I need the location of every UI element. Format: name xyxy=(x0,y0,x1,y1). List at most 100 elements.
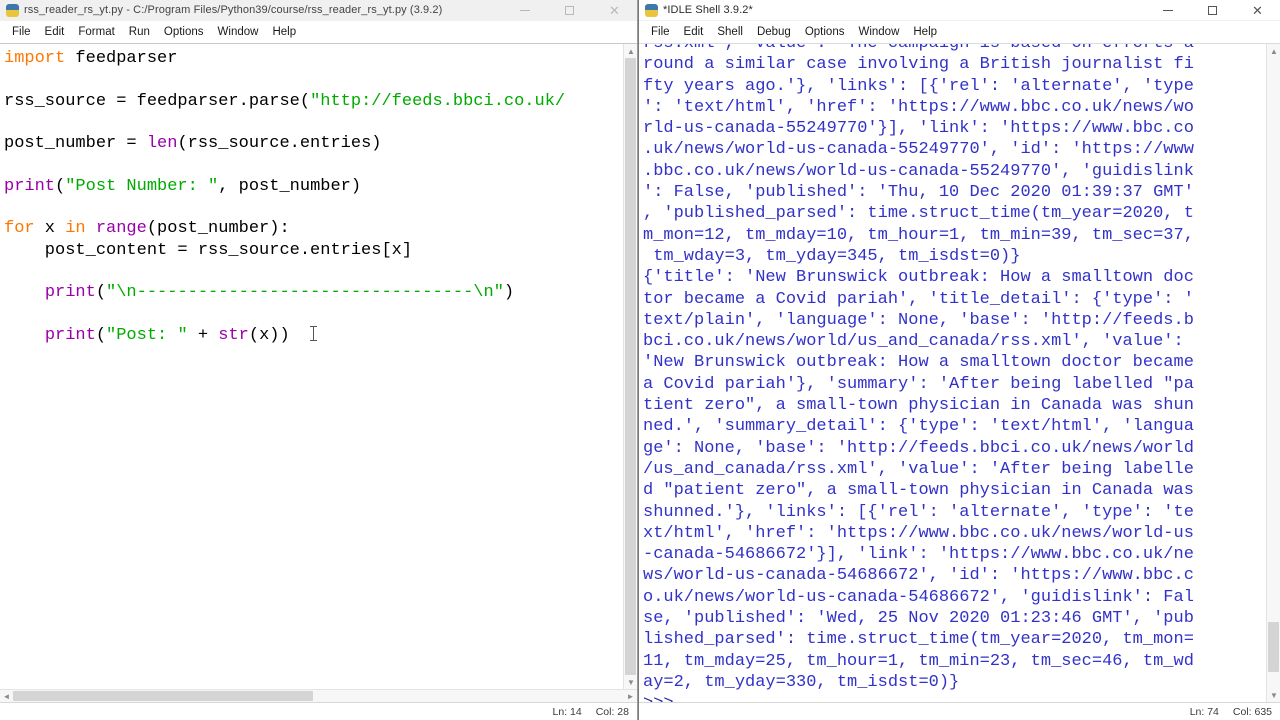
shell-output-line: a Covid pariah'}, 'summary': 'After bein… xyxy=(643,374,1194,394)
code-token: len xyxy=(146,134,178,154)
shell-vertical-scrollbar[interactable]: ▲ ▼ xyxy=(1266,44,1280,702)
editor-menubar[interactable]: File Edit Format Run Options Window Help xyxy=(0,21,637,44)
shell-output-line: text/plain', 'language': None, 'base': '… xyxy=(643,310,1194,330)
scroll-down-icon[interactable]: ▼ xyxy=(624,675,637,689)
menu-window[interactable]: Window xyxy=(851,21,906,43)
maximize-icon[interactable] xyxy=(547,0,592,20)
shell-output-text[interactable]: rss.xml', 'value': 'The campaign is base… xyxy=(639,44,1266,702)
shell-output-line: ': False, 'published': 'Thu, 10 Dec 2020… xyxy=(643,183,1194,203)
scroll-up-icon[interactable]: ▲ xyxy=(624,44,637,58)
menu-options[interactable]: Options xyxy=(798,21,852,43)
shell-output-line: ge': None, 'base': 'http://feeds.bbci.co… xyxy=(643,438,1194,458)
code-line[interactable] xyxy=(4,154,623,175)
scroll-down-icon[interactable]: ▼ xyxy=(1267,688,1280,702)
shell-output-line: rss.xml', 'value': 'The campaign is base… xyxy=(643,44,1266,54)
code-line[interactable] xyxy=(4,261,623,282)
shell-output-line: ws/world-us-canada-54686672', 'id': 'htt… xyxy=(643,566,1194,586)
menu-help[interactable]: Help xyxy=(906,21,944,43)
shell-window[interactable]: *IDLE Shell 3.9.2* ✕ File Edit Shell Deb… xyxy=(638,0,1280,720)
code-line[interactable]: import feedparser xyxy=(4,48,623,69)
menu-run[interactable]: Run xyxy=(122,21,157,43)
shell-output-line: se, 'published': 'Wed, 25 Nov 2020 01:23… xyxy=(643,609,1194,629)
code-token: "http://feeds.bbci.co.uk/ xyxy=(310,91,566,111)
menu-options[interactable]: Options xyxy=(157,21,211,43)
code-token: range xyxy=(95,219,147,239)
editor-window-controls[interactable]: ✕ xyxy=(502,0,637,20)
code-token: ) xyxy=(503,283,515,303)
code-line[interactable] xyxy=(4,69,623,90)
code-line[interactable]: rss_source = feedparser.parse("http://fe… xyxy=(4,91,623,112)
menu-shell[interactable]: Shell xyxy=(710,21,750,43)
code-token: (post_number): xyxy=(146,219,290,239)
shell-pane[interactable]: rss.xml', 'value': 'The campaign is base… xyxy=(639,44,1280,702)
maximize-icon[interactable] xyxy=(1190,0,1235,20)
minimize-icon[interactable] xyxy=(502,0,547,20)
menu-window[interactable]: Window xyxy=(211,21,266,43)
code-token: in xyxy=(65,219,86,239)
code-token: "Post Number: " xyxy=(65,176,219,196)
code-editor-text[interactable]: import feedparser rss_source = feedparse… xyxy=(0,44,623,689)
scroll-left-icon[interactable]: ◄ xyxy=(0,690,13,702)
shell-col-indicator: Col: 635 xyxy=(1232,705,1272,718)
code-token: post_number = xyxy=(4,134,147,154)
menu-edit[interactable]: Edit xyxy=(677,21,711,43)
code-token: rss_source = feedparser.parse( xyxy=(4,91,311,111)
shell-output-line: bci.co.uk/news/world/us_and_canada/rss.x… xyxy=(643,332,1184,352)
scrollbar-thumb[interactable] xyxy=(13,691,313,701)
menu-file[interactable]: File xyxy=(5,21,38,43)
code-token: print xyxy=(44,325,96,345)
editor-statusbar: Ln: 14 Col: 28 xyxy=(0,702,637,720)
shell-window-controls[interactable]: ✕ xyxy=(1145,0,1280,20)
code-line[interactable]: for x in range(post_number): xyxy=(4,218,623,239)
code-line[interactable]: post_content = rss_source.entries[x] xyxy=(4,240,623,261)
menu-format[interactable]: Format xyxy=(71,21,121,43)
shell-output-line: tm_wday=3, tm_yday=345, tm_isdst=0)} xyxy=(643,246,1021,266)
code-token: (x)) xyxy=(248,325,290,345)
menu-debug[interactable]: Debug xyxy=(750,21,798,43)
minimize-icon[interactable] xyxy=(1145,0,1190,20)
editor-window-title: rss_reader_rs_yt.py - C:/Program Files/P… xyxy=(24,4,443,16)
menu-edit[interactable]: Edit xyxy=(38,21,72,43)
scrollbar-thumb[interactable] xyxy=(1268,622,1279,672)
shell-output-line: tient zero", a small-town physician in C… xyxy=(643,396,1194,416)
editor-titlebar[interactable]: rss_reader_rs_yt.py - C:/Program Files/P… xyxy=(0,0,637,21)
scroll-up-icon[interactable]: ▲ xyxy=(1267,44,1280,58)
code-token: "\n---------------------------------\n" xyxy=(106,283,504,303)
code-token: feedparser xyxy=(65,49,178,68)
code-token: "Post: " xyxy=(106,325,188,345)
menu-help[interactable]: Help xyxy=(265,21,303,43)
code-token: ( xyxy=(95,283,107,303)
editor-pane[interactable]: import feedparser rss_source = feedparse… xyxy=(0,44,637,689)
code-token: , post_number) xyxy=(218,176,362,196)
code-line[interactable]: print("\n-------------------------------… xyxy=(4,282,623,303)
code-line[interactable] xyxy=(4,112,623,133)
editor-window[interactable]: rss_reader_rs_yt.py - C:/Program Files/P… xyxy=(0,0,638,720)
code-line[interactable]: print("Post: " + str(x)) xyxy=(4,325,623,346)
code-token: ( xyxy=(55,176,66,196)
code-line[interactable] xyxy=(4,304,623,325)
shell-output-line: -canada-54686672'}], 'link': 'https://ww… xyxy=(643,545,1194,565)
editor-line-indicator: Ln: 14 xyxy=(552,705,582,718)
code-token: str xyxy=(218,325,249,345)
shell-prompt[interactable]: >>> xyxy=(643,693,1266,702)
code-line[interactable]: post_number = len(rss_source.entries) xyxy=(4,133,623,154)
text-cursor-icon xyxy=(310,325,318,341)
editor-vertical-scrollbar[interactable]: ▲ ▼ xyxy=(623,44,637,689)
menu-file[interactable]: File xyxy=(644,21,677,43)
code-token: for xyxy=(4,219,35,239)
shell-menubar[interactable]: File Edit Shell Debug Options Window Hel… xyxy=(639,21,1280,44)
shell-output-line: 11, tm_mday=25, tm_hour=1, tm_min=23, tm… xyxy=(643,651,1194,671)
scrollbar-thumb[interactable] xyxy=(625,58,636,689)
code-token: print xyxy=(44,283,96,303)
shell-output-line: d "patient zero", a small-town physician… xyxy=(643,481,1194,501)
code-line[interactable] xyxy=(4,197,623,218)
editor-horizontal-scrollbar[interactable]: ◄ ► xyxy=(0,689,637,702)
python-idle-icon xyxy=(6,3,19,17)
scroll-right-icon[interactable]: ► xyxy=(624,690,637,702)
close-icon[interactable]: ✕ xyxy=(1235,0,1280,20)
shell-titlebar[interactable]: *IDLE Shell 3.9.2* ✕ xyxy=(639,0,1280,21)
code-token: (rss_source.entries) xyxy=(177,134,382,154)
code-line[interactable]: print("Post Number: ", post_number) xyxy=(4,176,623,197)
close-icon[interactable]: ✕ xyxy=(592,0,637,20)
